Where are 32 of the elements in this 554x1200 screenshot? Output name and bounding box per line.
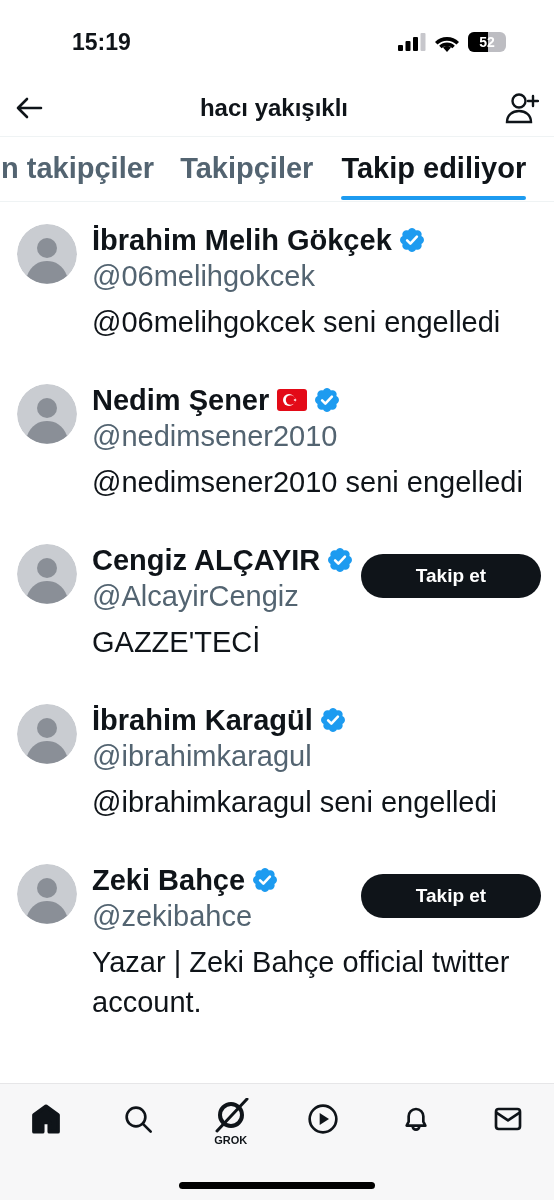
- tab[interactable]: Takip ediliyor: [341, 137, 527, 201]
- avatar[interactable]: [17, 864, 77, 924]
- account-handle: @AlcayirCengiz: [92, 579, 300, 614]
- account-handle: @nedimsener2010: [92, 419, 339, 454]
- signal-icon: [398, 33, 426, 51]
- tab[interactable]: n takipçiler: [1, 137, 155, 201]
- tab[interactable]: Takipçiler: [180, 137, 314, 201]
- account-bio: @06melihgokcek seni engelledi: [92, 305, 502, 340]
- account-handle: @06melihgokcek: [92, 259, 316, 294]
- account-handle: @zekibahce: [92, 899, 254, 934]
- avatar[interactable]: [17, 224, 77, 284]
- account-name[interactable]: İbrahim Melih Gökçek: [92, 222, 392, 258]
- account-name[interactable]: Cengiz ALÇAYIR: [92, 542, 321, 578]
- account-name[interactable]: Zeki Bahçe: [92, 862, 246, 898]
- add-person-icon: [505, 92, 539, 124]
- avatar[interactable]: [17, 704, 77, 764]
- profile-title: hacı yakışıklı: [199, 93, 349, 123]
- back-arrow-icon: [15, 96, 43, 120]
- account-name[interactable]: Nedim Şener: [92, 382, 270, 418]
- follow-button[interactable]: Takip et: [361, 554, 541, 598]
- add-user-button[interactable]: [504, 90, 540, 126]
- status-time: 15:19: [72, 27, 131, 57]
- avatar[interactable]: [17, 384, 77, 444]
- grok-tab[interactable]: GROK: [200, 1094, 261, 1150]
- avatar[interactable]: [17, 544, 77, 604]
- account-bio: Yazar | Zeki Bahçe official twitter account.: [92, 945, 511, 1020]
- account-bio: GAZZE'TECİ: [92, 625, 262, 660]
- account-handle: @ibrahimkaragul: [92, 739, 313, 774]
- account-bio: @ibrahimkaragul seni engelledi: [92, 785, 499, 820]
- follow-button[interactable]: Takip et: [361, 874, 541, 918]
- account-bio: @nedimsener2010 seni engelledi: [92, 465, 524, 500]
- account-name[interactable]: İbrahim Karagül: [92, 702, 313, 738]
